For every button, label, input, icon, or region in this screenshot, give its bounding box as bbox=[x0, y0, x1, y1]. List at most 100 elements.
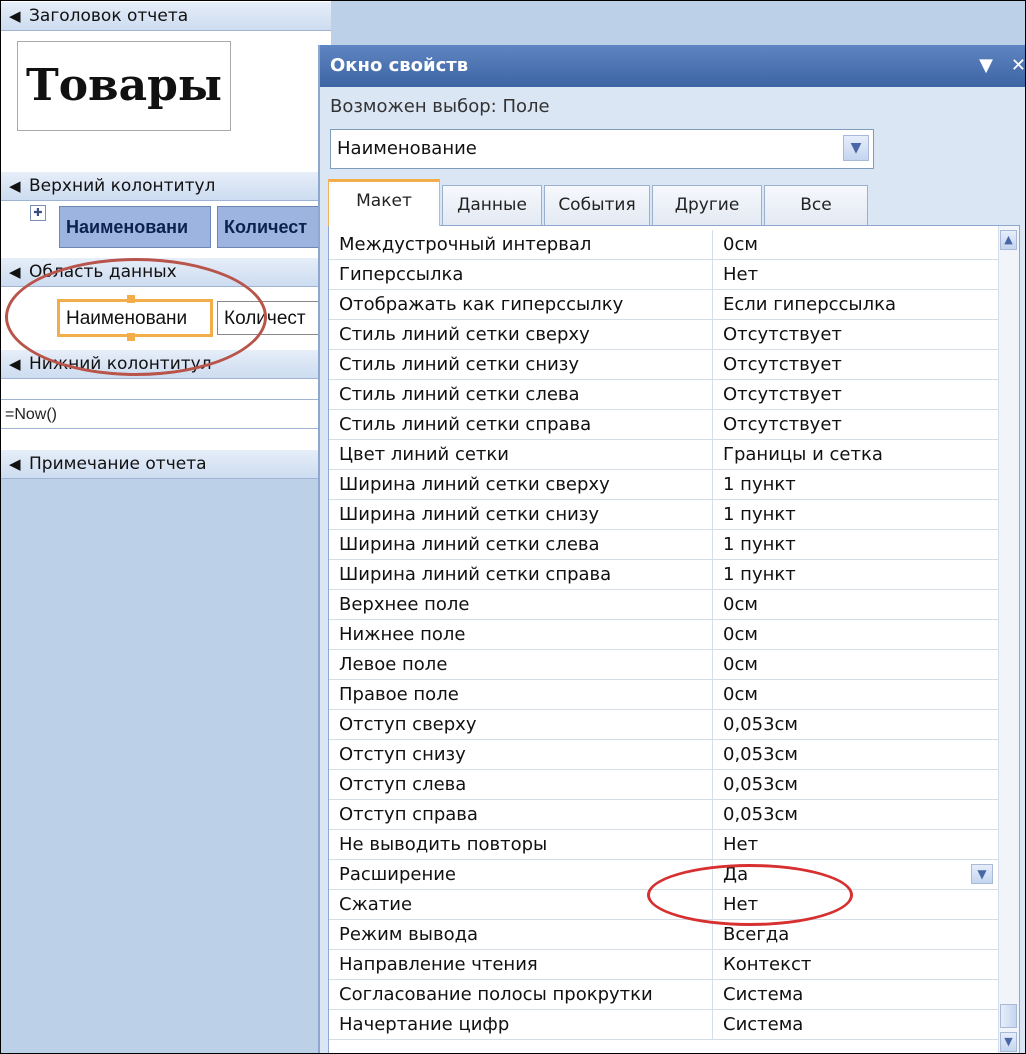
property-row[interactable]: Направление чтения Контекст bbox=[329, 950, 999, 980]
property-value[interactable]: Если гиперссылка bbox=[713, 290, 999, 319]
property-row[interactable]: Отступ справа 0,053см bbox=[329, 800, 999, 830]
property-row[interactable]: Цвет линий сетки Границы и сетка bbox=[329, 440, 999, 470]
property-row[interactable]: Нижнее поле 0см bbox=[329, 620, 999, 650]
property-name: Верхнее поле bbox=[329, 590, 713, 619]
annotation-ellipse bbox=[5, 258, 267, 376]
property-row[interactable]: Гиперссылка Нет bbox=[329, 260, 999, 290]
property-value[interactable]: 0см bbox=[713, 230, 999, 259]
property-name: Стиль линий сетки сверху bbox=[329, 320, 713, 349]
annotation-ellipse bbox=[647, 864, 853, 926]
property-name: Согласование полосы прокрутки bbox=[329, 980, 713, 1009]
property-name: Режим вывода bbox=[329, 920, 713, 949]
property-value[interactable]: Система bbox=[713, 980, 999, 1009]
property-value[interactable]: Отсутствует bbox=[713, 380, 999, 409]
property-value[interactable]: 0см bbox=[713, 620, 999, 649]
vertical-scrollbar[interactable]: ▲ ▼ bbox=[998, 226, 1019, 1053]
property-name: Стиль линий сетки снизу bbox=[329, 350, 713, 379]
scroll-up-icon[interactable]: ▲ bbox=[1000, 230, 1017, 250]
property-value[interactable]: 1 пункт bbox=[713, 470, 999, 499]
property-value[interactable]: 0,053см bbox=[713, 800, 999, 829]
property-name: Ширина линий сетки слева bbox=[329, 530, 713, 559]
section-label: Заголовок отчета bbox=[29, 6, 189, 26]
report-design-surface: ◀ Заголовок отчета Товары ◀ Верхний колонт… bbox=[1, 1, 331, 1053]
property-row[interactable]: Не выводить повторы Нет bbox=[329, 830, 999, 860]
property-row[interactable]: Режим вывода Всегда bbox=[329, 920, 999, 950]
move-handle-icon[interactable]: ✚ bbox=[30, 205, 46, 221]
property-row[interactable]: Отступ слева 0,053см bbox=[329, 770, 999, 800]
page-footer-area: =Now() bbox=[1, 379, 331, 449]
property-name: Гиперссылка bbox=[329, 260, 713, 289]
section-arrow-icon: ◀ bbox=[9, 177, 21, 195]
report-title-text: Товары bbox=[25, 60, 223, 111]
property-value[interactable]: 0,053см bbox=[713, 740, 999, 769]
property-row[interactable]: Ширина линий сетки слева 1 пункт bbox=[329, 530, 999, 560]
header-label-name[interactable]: Наименовани bbox=[59, 206, 211, 248]
property-value[interactable]: 0см bbox=[713, 680, 999, 709]
property-value[interactable]: Отсутствует bbox=[713, 410, 999, 439]
property-value[interactable]: Контекст bbox=[713, 950, 999, 979]
tab-layout[interactable]: Макет bbox=[328, 179, 440, 226]
property-value[interactable]: 1 пункт bbox=[713, 560, 999, 589]
report-title-label[interactable]: Товары bbox=[17, 41, 231, 131]
property-row[interactable]: Отступ сверху 0,053см bbox=[329, 710, 999, 740]
footer-date-field[interactable]: =Now() bbox=[1, 399, 331, 429]
property-grid: Междустрочный интервал 0см Гиперссылка Нет О… bbox=[328, 225, 1020, 1053]
property-name: Ширина линий сетки сверху bbox=[329, 470, 713, 499]
property-value[interactable]: Система bbox=[713, 1010, 999, 1039]
header-label-quantity[interactable]: Количест bbox=[217, 206, 331, 248]
property-value[interactable]: Нет bbox=[713, 260, 999, 289]
property-name: Направление чтения bbox=[329, 950, 713, 979]
property-row[interactable]: Начертание цифр Система bbox=[329, 1010, 999, 1040]
property-row[interactable]: Ширина линий сетки сверху 1 пункт bbox=[329, 470, 999, 500]
property-row[interactable]: Левое поле 0см bbox=[329, 650, 999, 680]
section-bar-report-header[interactable]: ◀ Заголовок отчета bbox=[1, 1, 331, 31]
section-bar-report-footer[interactable]: ◀ Примечание отчета bbox=[1, 449, 331, 479]
property-row[interactable]: Отображать как гиперссылку Если гиперссыл… bbox=[329, 290, 999, 320]
section-arrow-icon: ◀ bbox=[9, 455, 21, 473]
scroll-thumb[interactable] bbox=[1000, 1004, 1017, 1028]
property-value[interactable]: 0см bbox=[713, 650, 999, 679]
property-tabs: Макет Данные События Другие Все bbox=[328, 179, 1025, 226]
property-name: Отступ сверху bbox=[329, 710, 713, 739]
chevron-down-icon[interactable]: ▼ bbox=[843, 135, 869, 161]
property-name: Правое поле bbox=[329, 680, 713, 709]
tab-other[interactable]: Другие bbox=[652, 185, 762, 225]
tab-data[interactable]: Данные bbox=[442, 185, 542, 225]
property-value[interactable]: Отсутствует bbox=[713, 350, 999, 379]
property-row[interactable]: Правое поле 0см bbox=[329, 680, 999, 710]
section-label: Верхний колонтитул bbox=[29, 176, 216, 196]
selection-type-label: Возможен выбор: bbox=[330, 96, 497, 117]
property-row[interactable]: Ширина линий сетки справа 1 пункт bbox=[329, 560, 999, 590]
property-value[interactable]: 1 пункт bbox=[713, 500, 999, 529]
property-row[interactable]: Отступ снизу 0,053см bbox=[329, 740, 999, 770]
property-value[interactable]: 0,053см bbox=[713, 770, 999, 799]
control-selector[interactable]: Наименование ▼ bbox=[330, 129, 874, 169]
property-sheet-title-bar[interactable]: Окно свойств ▼ ✕ bbox=[320, 45, 1025, 87]
property-row[interactable]: Стиль линий сетки сверху Отсутствует bbox=[329, 320, 999, 350]
property-row[interactable]: Междустрочный интервал 0см bbox=[329, 230, 999, 260]
dropdown-arrow-icon[interactable]: ▼ bbox=[979, 55, 993, 76]
property-name: Левое поле bbox=[329, 650, 713, 679]
scroll-down-icon[interactable]: ▼ bbox=[1000, 1032, 1017, 1052]
tab-events[interactable]: События bbox=[544, 185, 650, 225]
property-value[interactable]: Нет bbox=[713, 830, 999, 859]
property-row[interactable]: Стиль линий сетки справа Отсутствует bbox=[329, 410, 999, 440]
property-value[interactable]: Отсутствует bbox=[713, 320, 999, 349]
property-row[interactable]: Верхнее поле 0см bbox=[329, 590, 999, 620]
property-value[interactable]: Границы и сетка bbox=[713, 440, 999, 469]
application-window: ◀ Заголовок отчета Товары ◀ Верхний колонт… bbox=[0, 0, 1026, 1054]
property-value[interactable]: 0,053см bbox=[713, 710, 999, 739]
close-icon[interactable]: ✕ bbox=[1011, 55, 1025, 76]
tab-all[interactable]: Все bbox=[764, 185, 868, 225]
control-selector-value: Наименование bbox=[337, 138, 477, 159]
property-row[interactable]: Ширина линий сетки снизу 1 пункт bbox=[329, 500, 999, 530]
section-bar-page-header[interactable]: ◀ Верхний колонтитул bbox=[1, 171, 331, 201]
property-name: Отступ справа bbox=[329, 800, 713, 829]
chevron-down-icon[interactable]: ▼ bbox=[971, 864, 993, 884]
property-row[interactable]: Согласование полосы прокрутки Система bbox=[329, 980, 999, 1010]
property-name: Стиль линий сетки слева bbox=[329, 380, 713, 409]
property-row[interactable]: Стиль линий сетки слева Отсутствует bbox=[329, 380, 999, 410]
property-value[interactable]: 0см bbox=[713, 590, 999, 619]
property-row[interactable]: Стиль линий сетки снизу Отсутствует bbox=[329, 350, 999, 380]
property-value[interactable]: 1 пункт bbox=[713, 530, 999, 559]
